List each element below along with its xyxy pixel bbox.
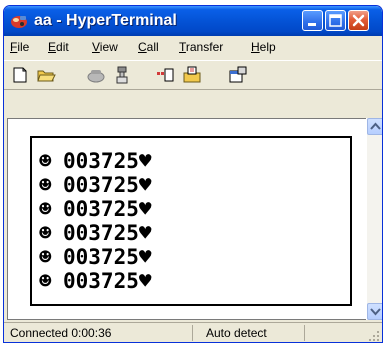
menu-transfer[interactable]: Transfer	[179, 40, 223, 54]
terminal-value: 003725	[63, 221, 139, 245]
heart-glyph: ♥	[138, 149, 152, 173]
disconnect-icon[interactable]	[112, 66, 132, 84]
hyperterminal-window: aa - HyperTerminal File Edit View Call T…	[3, 5, 383, 343]
maximize-icon	[329, 14, 342, 27]
scroll-down-button[interactable]	[367, 303, 382, 320]
smiley-glyph: ☻	[39, 245, 52, 269]
heart-glyph: ♥	[138, 197, 152, 221]
terminal-line: ☻ 003725♥	[39, 198, 152, 220]
call-icon[interactable]	[86, 66, 106, 84]
minimize-icon	[308, 23, 316, 26]
close-icon	[352, 14, 365, 27]
terminal-line: ☻ 003725♥	[39, 222, 152, 244]
menu-help[interactable]: Help	[251, 40, 276, 54]
minimize-button[interactable]	[302, 10, 323, 31]
terminal-value: 003725	[63, 173, 139, 197]
smiley-glyph: ☻	[39, 221, 52, 245]
vertical-scrollbar[interactable]	[366, 118, 382, 320]
terminal-value: 003725	[63, 245, 139, 269]
detect-status: Auto detect	[206, 326, 267, 340]
terminal-line: ☻ 003725♥	[39, 270, 152, 292]
heart-glyph: ♥	[138, 269, 152, 293]
terminal-line: ☻ 003725♥	[39, 174, 152, 196]
smiley-glyph: ☻	[39, 149, 52, 173]
heart-glyph: ♥	[138, 221, 152, 245]
receive-icon[interactable]	[182, 66, 202, 84]
menu-view[interactable]: View	[92, 40, 118, 54]
maximize-button[interactable]	[325, 10, 346, 31]
terminal-line: ☻ 003725♥	[39, 246, 152, 268]
chevron-up-icon	[370, 122, 381, 130]
terminal-value: 003725	[63, 269, 139, 293]
resize-grip-icon[interactable]	[368, 330, 380, 342]
terminal-value: 003725	[63, 197, 139, 221]
menu-bar: File Edit View Call Transfer Help	[4, 36, 382, 60]
terminal-value: 003725	[63, 149, 139, 173]
chevron-down-icon	[370, 308, 381, 316]
terminal-line: ☻ 003725♥	[39, 150, 152, 172]
title-bar[interactable]: aa - HyperTerminal	[4, 6, 382, 36]
status-divider	[192, 325, 193, 341]
heart-glyph: ♥	[138, 173, 152, 197]
menu-call[interactable]: Call	[138, 40, 159, 54]
menu-file[interactable]: File	[10, 40, 29, 54]
window-title: aa - HyperTerminal	[34, 12, 177, 29]
status-bar: Connected 0:00:36 Auto detect	[4, 322, 382, 342]
status-divider	[304, 325, 305, 341]
connection-status: Connected 0:00:36	[10, 326, 112, 340]
smiley-glyph: ☻	[39, 197, 52, 221]
properties-icon[interactable]	[228, 66, 248, 84]
smiley-glyph: ☻	[39, 269, 52, 293]
smiley-glyph: ☻	[39, 173, 52, 197]
terminal-output[interactable]: ☻ 003725♥ ☻ 003725♥ ☻ 003725♥ ☻ 003725♥ ☻ 003…	[30, 136, 352, 306]
new-icon[interactable]	[10, 66, 30, 84]
toolbar	[4, 60, 382, 90]
heart-glyph: ♥	[138, 245, 152, 269]
scroll-up-button[interactable]	[367, 118, 382, 135]
hyperterminal-app-icon[interactable]	[10, 13, 28, 29]
open-icon[interactable]	[36, 66, 56, 84]
close-button[interactable]	[348, 10, 369, 31]
menu-edit[interactable]: Edit	[48, 40, 69, 54]
send-icon[interactable]	[156, 66, 176, 84]
